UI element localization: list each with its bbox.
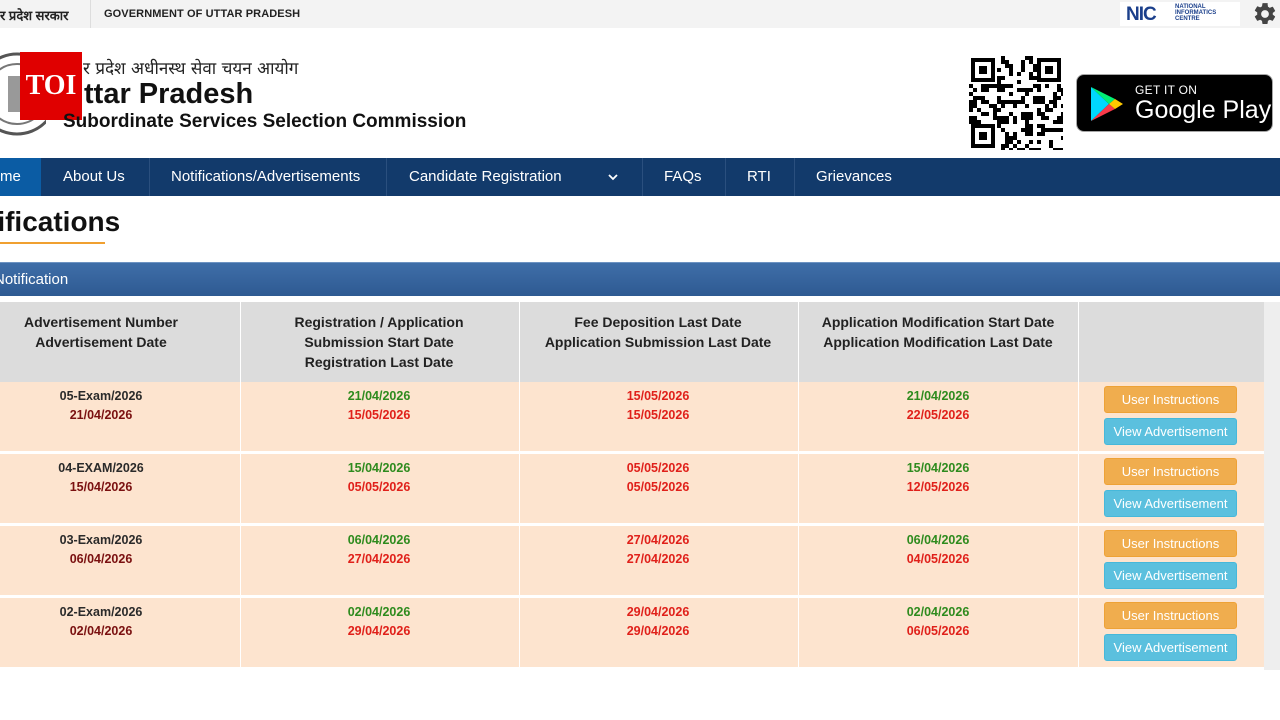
nav-item-faqs[interactable]: FAQs (664, 158, 702, 196)
title-underline (0, 242, 105, 244)
user-instructions-button[interactable]: User Instructions (1104, 458, 1237, 485)
notifications-table: Advertisement Number Advertisement Date R… (0, 302, 1280, 670)
cell-modification: 02/04/2026 06/05/2026 (906, 605, 970, 638)
main-nav: me About Us Notifications/Advertisements… (0, 158, 1280, 196)
table-row: 03-Exam/2026 06/04/2026 06/04/2026 27/04/2… (0, 526, 1280, 596)
table-header: Advertisement Number Advertisement Date R… (0, 302, 1280, 382)
nav-divider (386, 158, 387, 196)
cell-adv: 03-Exam/2026 06/04/2026 (59, 533, 143, 566)
panel-header: Notification (0, 262, 1280, 296)
org-name[interactable]: ttar Pradesh (84, 78, 253, 111)
gov-hindi-label: र प्रदेश सरकार (0, 8, 69, 23)
gear-icon[interactable] (1252, 1, 1280, 27)
nic-logo[interactable]: NIC NATIONAL INFORMATICS CENTRE (1120, 2, 1240, 26)
nav-divider (794, 158, 795, 196)
nic-text: NATIONAL INFORMATICS CENTRE (1175, 4, 1217, 22)
th-modification: Application Modification Start Date Appli… (821, 314, 1055, 350)
view-advertisement-button[interactable]: View Advertisement (1104, 562, 1237, 589)
chevron-down-icon[interactable] (606, 170, 620, 184)
cell-adv: 05-Exam/2026 21/04/2026 (59, 389, 143, 422)
column-divider (519, 302, 520, 670)
nav-item-grievances[interactable]: Grievances (816, 158, 892, 196)
cell-fee: 15/05/2026 15/05/2026 (626, 389, 690, 422)
table-row: 05-Exam/2026 21/04/2026 21/04/2026 15/05/2… (0, 382, 1280, 452)
nav-item-rti[interactable]: RTI (747, 158, 771, 196)
cell-fee: 05/05/2026 05/05/2026 (626, 461, 690, 494)
column-divider (798, 302, 799, 670)
page-title: tifications (0, 206, 121, 237)
nav-divider (149, 158, 150, 196)
gov-english-label[interactable]: GOVERNMENT OF UTTAR PRADESH (104, 8, 300, 20)
nic-mark: NIC (1126, 4, 1157, 25)
th-advertisement: Advertisement Number Advertisement Date (23, 314, 179, 350)
cell-registration: 02/04/2026 29/04/2026 (347, 605, 411, 638)
cell-registration: 15/04/2026 05/05/2026 (347, 461, 411, 494)
nav-divider (725, 158, 726, 196)
nav-divider (642, 158, 643, 196)
nav-item-home[interactable]: me (0, 158, 41, 196)
play-big-text: Google Play (1135, 96, 1272, 124)
org-hindi-name: र प्रदेश अधीनस्थ सेवा चयन आयोग (83, 59, 299, 79)
view-advertisement-button[interactable]: View Advertisement (1104, 634, 1237, 661)
nav-item-notifications[interactable]: Notifications/Advertisements (171, 158, 360, 196)
user-instructions-button[interactable]: User Instructions (1104, 530, 1237, 557)
table-row: 02-Exam/2026 02/04/2026 02/04/2026 29/04/2… (0, 598, 1280, 668)
nav-item-about-us[interactable]: About Us (63, 158, 125, 196)
google-play-button[interactable]: GET IT ON Google Play (1076, 74, 1273, 132)
google-play-icon (1089, 85, 1125, 123)
th-fee-deposition: Fee Deposition Last Date Application Subm… (544, 314, 772, 350)
column-divider (1078, 302, 1079, 670)
qr-code-icon (969, 56, 1065, 152)
org-subtitle: Subordinate Services Selection Commissio… (63, 111, 467, 132)
column-divider (240, 302, 241, 670)
toi-watermark-logo: TOI (20, 52, 82, 120)
panel-title: Notification (0, 271, 69, 288)
table-row: 04-EXAM/2026 15/04/2026 15/04/2026 05/05/2… (0, 454, 1280, 524)
table-right-edge (1264, 302, 1280, 670)
cell-fee: 27/04/2026 27/04/2026 (626, 533, 690, 566)
user-instructions-button[interactable]: User Instructions (1104, 386, 1237, 413)
view-advertisement-button[interactable]: View Advertisement (1104, 418, 1237, 445)
cell-adv: 04-EXAM/2026 15/04/2026 (58, 461, 144, 494)
cell-registration: 06/04/2026 27/04/2026 (347, 533, 411, 566)
play-small-text: GET IT ON (1135, 83, 1198, 97)
cell-registration: 21/04/2026 15/05/2026 (347, 389, 411, 422)
cell-modification: 21/04/2026 22/05/2026 (906, 389, 970, 422)
gov-divider (90, 0, 91, 28)
cell-fee: 29/04/2026 29/04/2026 (626, 605, 690, 638)
cell-modification: 15/04/2026 12/05/2026 (906, 461, 970, 494)
user-instructions-button[interactable]: User Instructions (1104, 602, 1237, 629)
gov-top-bar: र प्रदेश सरकार GOVERNMENT OF UTTAR PRADE… (0, 0, 1280, 28)
cell-adv: 02-Exam/2026 02/04/2026 (59, 605, 143, 638)
th-registration: Registration / Application Submission Sta… (294, 314, 464, 370)
nav-item-candidate-registration[interactable]: Candidate Registration (409, 158, 562, 196)
cell-modification: 06/04/2026 04/05/2026 (906, 533, 970, 566)
view-advertisement-button[interactable]: View Advertisement (1104, 490, 1237, 517)
site-header: TOI र प्रदेश अधीनस्थ सेवा चयन आयोग ttar … (0, 28, 1280, 158)
